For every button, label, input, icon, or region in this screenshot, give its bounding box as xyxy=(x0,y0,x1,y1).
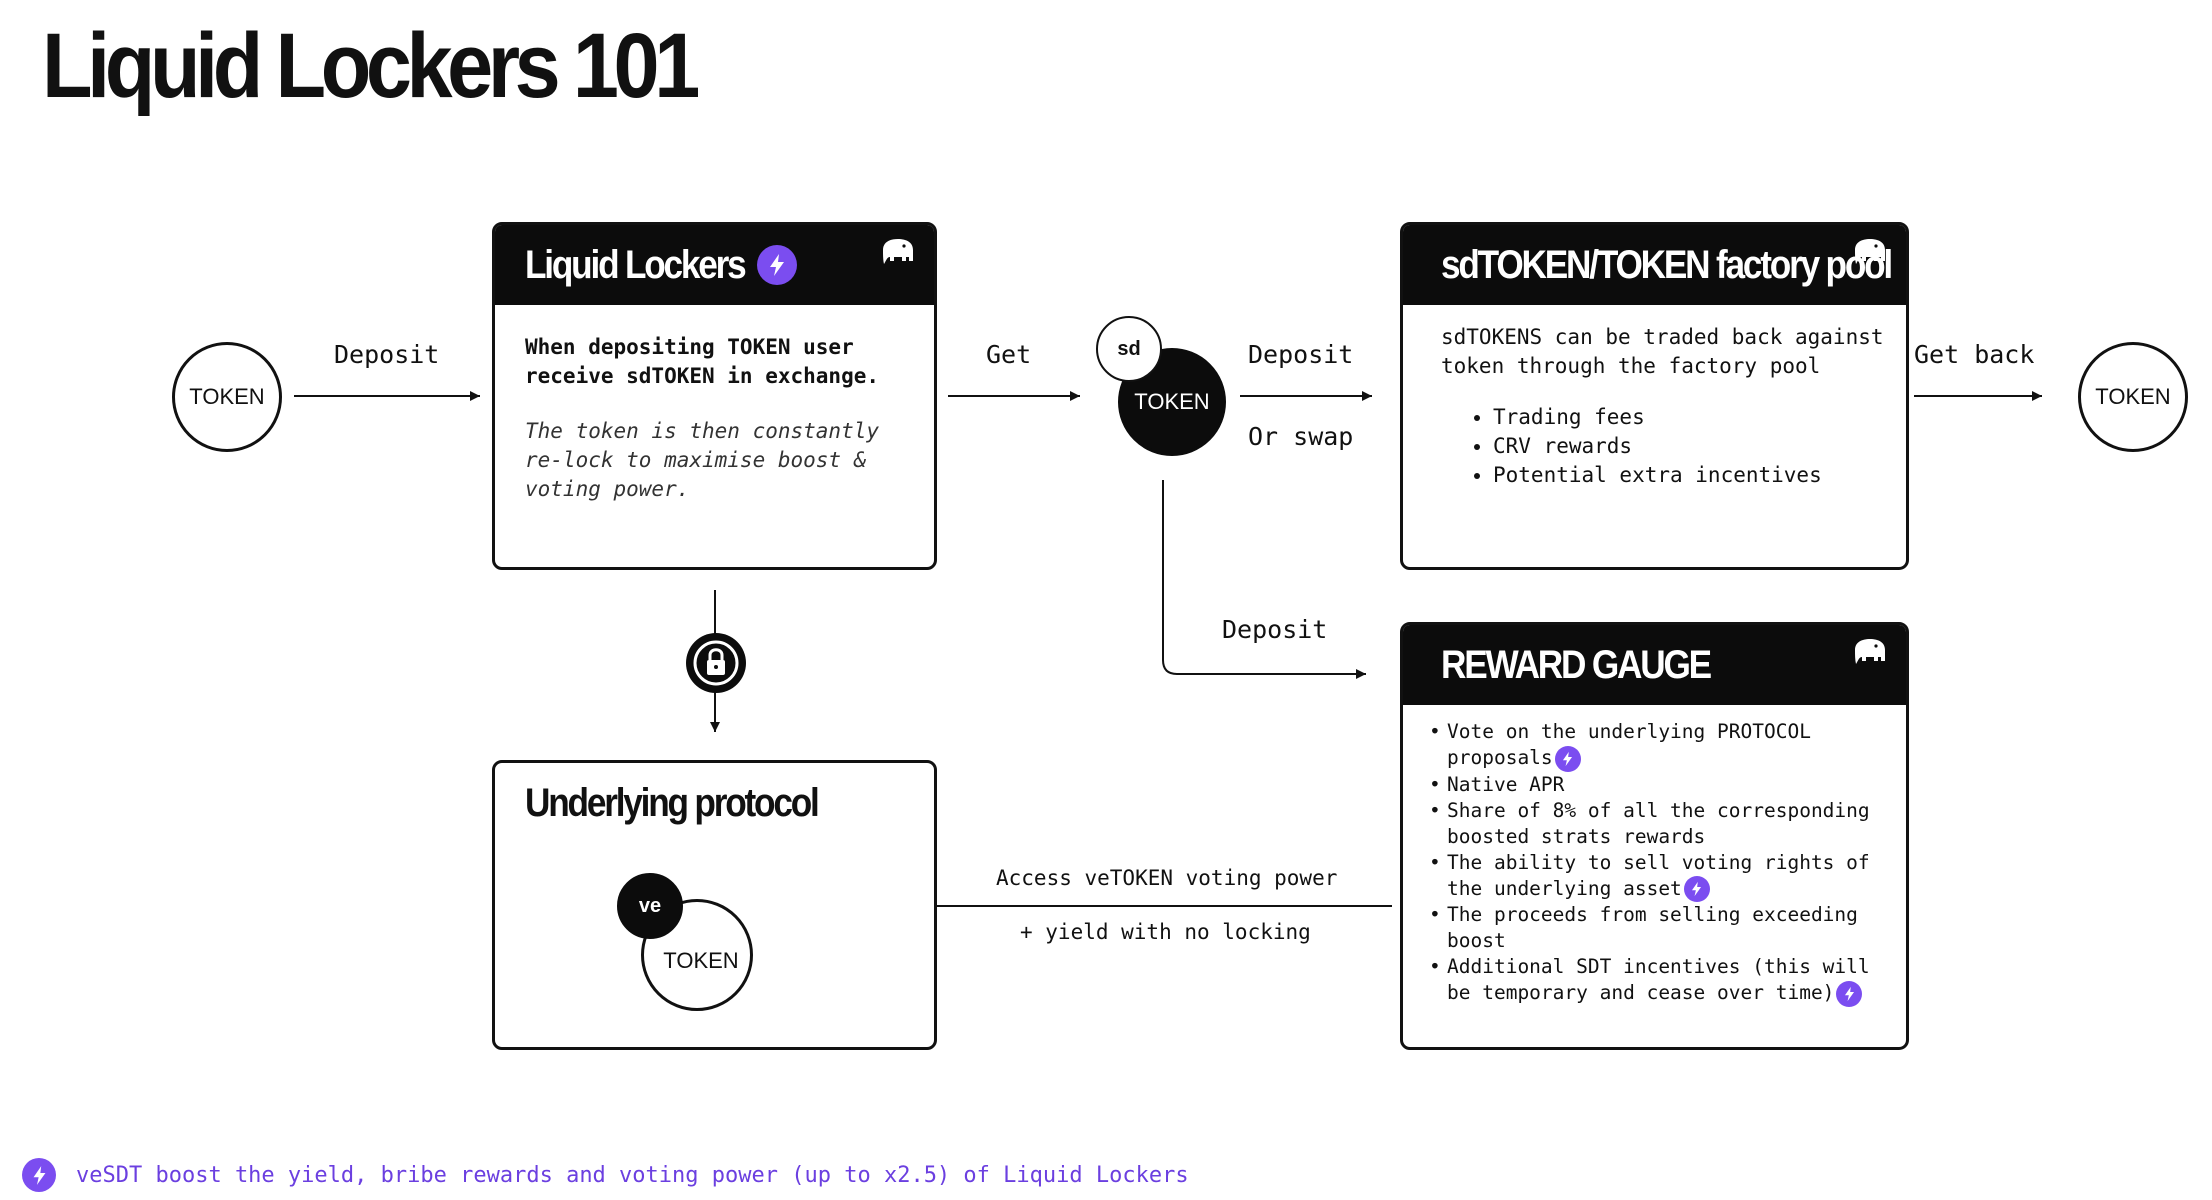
list-item: Potential extra incentives xyxy=(1493,461,1906,490)
footnote: veSDT boost the yield, bribe rewards and… xyxy=(22,1158,1189,1192)
liquid-lockers-title: Liquid Lockers xyxy=(525,242,747,287)
reward-gauge-bullets: Vote on the underlying PROTOCOL proposal… xyxy=(1403,719,1906,1007)
sdtoken-badge-label: sd xyxy=(1117,337,1141,360)
lightning-bolt-icon xyxy=(1683,876,1710,902)
reward-gauge-bullet-text: Vote on the underlying PROTOCOL proposal… xyxy=(1447,720,1811,769)
token-circle-right: TOKEN xyxy=(2078,342,2188,452)
arrow-sdtoken-to-gauge xyxy=(1162,480,1366,679)
factory-pool-description: sdTOKENS can be traded back against toke… xyxy=(1441,325,1884,378)
lightning-bolt-icon xyxy=(1554,745,1581,772)
token-left-label: TOKEN xyxy=(189,384,265,409)
elephant-icon xyxy=(1852,237,1888,271)
elephant-icon xyxy=(1852,637,1888,671)
edge-label-access: Access veTOKEN voting power xyxy=(996,866,1338,890)
edge-label-deposit-2: Deposit xyxy=(1248,340,1354,369)
lightning-bolt-icon xyxy=(1836,980,1863,1007)
sdtoken-badge: sd xyxy=(1096,316,1162,382)
liquid-lockers-header: Liquid Lockers xyxy=(495,225,934,305)
liquid-lockers-card: Liquid Lockers When depositing TOKEN use… xyxy=(492,222,937,570)
reward-gauge-card: REWARD GAUGE Vote on the underlying PROT… xyxy=(1400,622,1909,1050)
list-item: Native APR xyxy=(1429,772,1888,798)
list-item: CRV rewards xyxy=(1493,432,1906,461)
reward-gauge-bullet-text: The ability to sell voting rights of the… xyxy=(1447,850,1870,900)
reward-gauge-bullet-text: The proceeds from selling exceeding boos… xyxy=(1447,903,1858,952)
factory-pool-header: sdTOKEN/TOKEN factory pool xyxy=(1403,225,1906,305)
reward-gauge-bullet-text: Native APR xyxy=(1447,772,1565,796)
vetoken-label: TOKEN xyxy=(663,948,739,973)
list-item: Additional SDT incentives (this will be … xyxy=(1429,954,1888,1007)
reward-gauge-bullet-text: Share of 8% of all the corresponding boo… xyxy=(1447,798,1870,848)
reward-gauge-title: REWARD GAUGE xyxy=(1441,642,1712,687)
edge-label-get: Get xyxy=(986,340,1032,369)
lock-icon xyxy=(684,631,748,695)
token-circle-left: TOKEN xyxy=(172,342,282,452)
edge-label-deposit-1: Deposit xyxy=(334,340,440,369)
edge-label-or-swap: Or swap xyxy=(1248,422,1354,451)
lightning-bolt-icon xyxy=(757,245,797,285)
edge-label-deposit-3: Deposit xyxy=(1222,615,1328,644)
factory-pool-title: sdTOKEN/TOKEN factory pool xyxy=(1441,242,1893,287)
vetoken-badge: ve xyxy=(617,873,683,939)
elephant-icon xyxy=(880,237,916,271)
liquid-lockers-note: The token is then constantly re-lock to … xyxy=(525,419,880,501)
list-item: Vote on the underlying PROTOCOL proposal… xyxy=(1429,719,1888,772)
factory-pool-bullets: Trading fees CRV rewards Potential extra… xyxy=(1441,403,1906,490)
lightning-bolt-icon xyxy=(22,1158,56,1192)
reward-gauge-bullet-text: Additional SDT incentives (this will be … xyxy=(1447,955,1870,1004)
token-right-label: TOKEN xyxy=(2095,384,2171,409)
underlying-protocol-title: Underlying protocol xyxy=(525,781,820,825)
reward-gauge-header: REWARD GAUGE xyxy=(1403,625,1906,705)
list-item: Share of 8% of all the corresponding boo… xyxy=(1429,798,1888,850)
footnote-text: veSDT boost the yield, bribe rewards and… xyxy=(76,1162,1189,1188)
edge-label-yield: + yield with no locking xyxy=(1020,920,1311,944)
list-item: Trading fees xyxy=(1493,403,1906,432)
vetoken-badge-label: ve xyxy=(638,894,662,917)
sdtoken-label: TOKEN xyxy=(1134,389,1210,414)
factory-pool-card: sdTOKEN/TOKEN factory pool sdTOKENS can … xyxy=(1400,222,1909,570)
liquid-lockers-description: When depositing TOKEN user receive sdTOK… xyxy=(525,335,880,388)
list-item: The ability to sell voting rights of the… xyxy=(1429,850,1888,902)
list-item: The proceeds from selling exceeding boos… xyxy=(1429,902,1888,954)
edge-label-get-back: Get back xyxy=(1914,340,2035,369)
underlying-protocol-card: Underlying protocol TOKEN ve xyxy=(492,760,937,1050)
